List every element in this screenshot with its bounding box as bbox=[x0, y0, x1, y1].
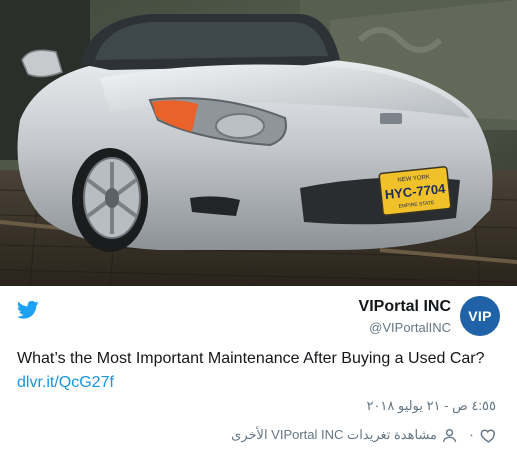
tweet-link[interactable]: dlvr.it/QcG27f bbox=[17, 374, 114, 392]
account-name[interactable]: VIPortal INC bbox=[359, 298, 451, 316]
license-plate: NEW YORK HYC-7704 EMPIRE STATE bbox=[378, 166, 452, 216]
like-button[interactable]: ٠ bbox=[468, 427, 497, 444]
tweet-photo[interactable]: NEW YORK HYC-7704 EMPIRE STATE bbox=[0, 0, 517, 286]
heart-icon bbox=[480, 428, 495, 443]
person-icon bbox=[442, 428, 457, 442]
view-other-tweets-label: مشاهدة تغريدات VIPortal INC الأخرى bbox=[231, 427, 438, 442]
twitter-bird-icon[interactable] bbox=[17, 300, 39, 320]
like-count: ٠ bbox=[468, 427, 475, 442]
tweet-timestamp[interactable]: ٤:٥٥ ص - ٢١ يوليو ٢٠١٨ bbox=[366, 398, 496, 414]
view-other-tweets-link[interactable]: مشاهدة تغريدات VIPortal INC الأخرى bbox=[231, 427, 458, 444]
avatar[interactable]: VIP bbox=[460, 296, 500, 336]
tweet-actions: ٠ مشاهدة تغريدات VIPortal INC الأخرى bbox=[231, 426, 497, 444]
front-wheel bbox=[72, 148, 148, 252]
account-handle[interactable]: @VIPortalINC bbox=[369, 320, 451, 335]
tweet-text: What’s the Most Important Maintenance Af… bbox=[17, 350, 485, 367]
car-photo: NEW YORK HYC-7704 EMPIRE STATE bbox=[0, 0, 517, 286]
embedded-tweet-card: NEW YORK HYC-7704 EMPIRE STATE VIPortal … bbox=[0, 0, 517, 457]
